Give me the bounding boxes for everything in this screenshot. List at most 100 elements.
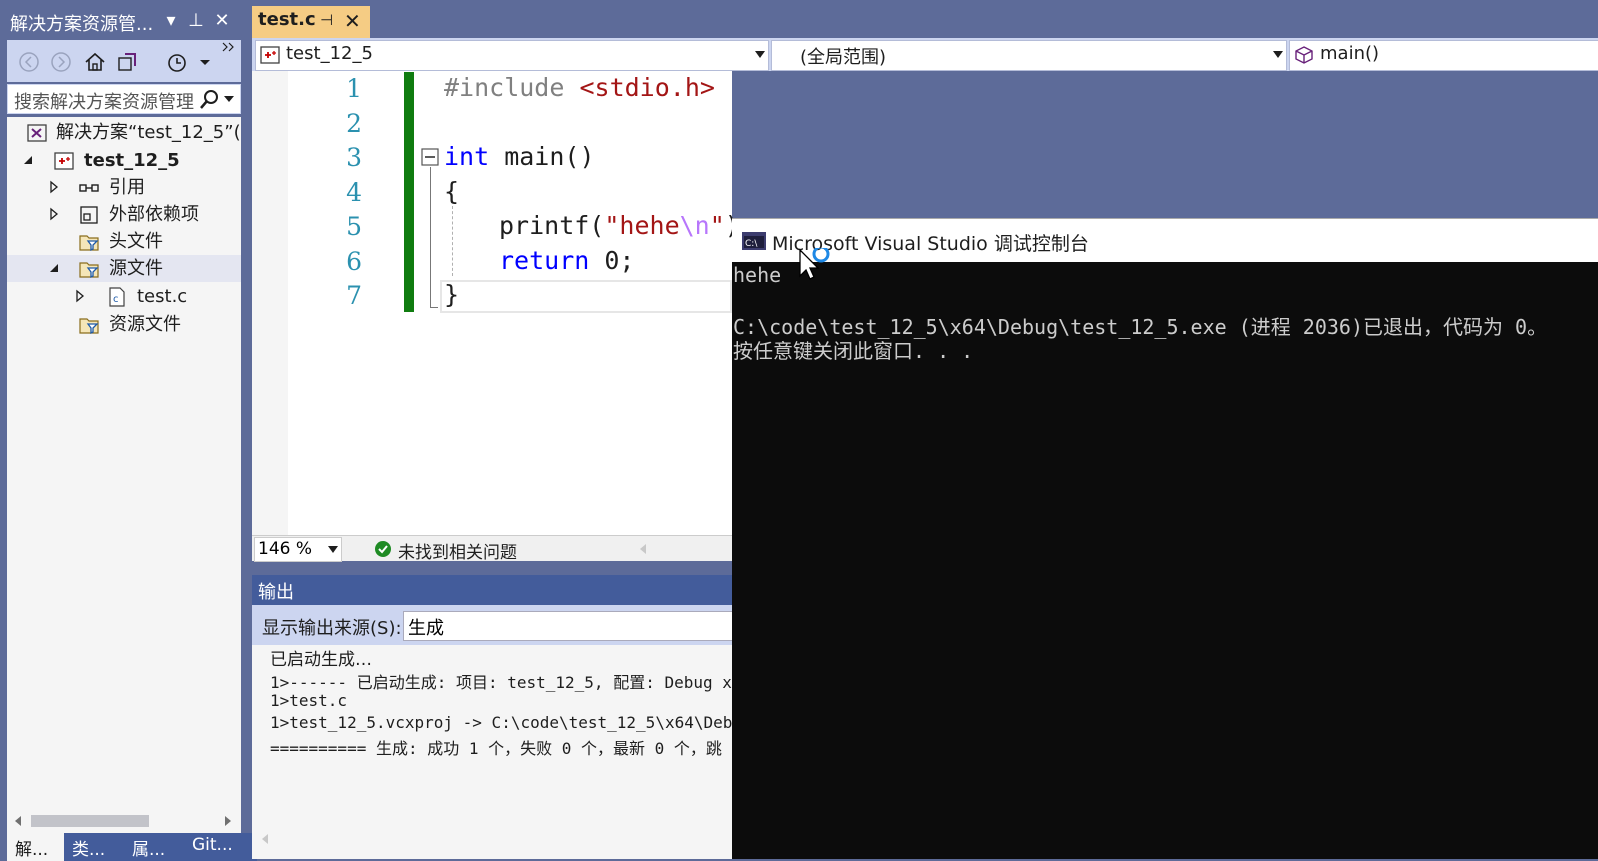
- member-dropdown[interactable]: main(): [1289, 40, 1598, 71]
- output-line: 1>test.c: [270, 691, 348, 710]
- editor-tab-strip: [245, 0, 1598, 38]
- pending-changes-icon[interactable]: [165, 50, 189, 74]
- code-line-6: return 0;: [499, 246, 635, 275]
- tree-item-references[interactable]: 引用: [7, 174, 241, 201]
- output-source-label: 显示输出来源(S):: [262, 618, 402, 639]
- collapse-outline-icon[interactable]: [421, 148, 439, 166]
- output-title: 输出: [258, 582, 294, 603]
- current-line-highlight: [440, 280, 732, 313]
- pin-icon[interactable]: ⊥: [185, 10, 207, 32]
- chevron-down-icon[interactable]: [755, 51, 765, 59]
- output-line: 1>test_12_5.vcxproj -> C:\code\test_12_5…: [270, 713, 732, 732]
- tree-item-project[interactable]: test_12_5: [7, 147, 241, 174]
- scope-dropdown[interactable]: (全局范围): [771, 40, 1287, 71]
- explorer-bottom-tabs: 解... 类... 属... Git...: [7, 833, 257, 861]
- output-source-dropdown[interactable]: 生成: [403, 611, 735, 641]
- expanded-arrow-icon[interactable]: [21, 153, 35, 167]
- output-text-area[interactable]: 已启动生成… 1>------ 已启动生成: 项目: test_12_5, 配置…: [252, 645, 732, 859]
- filter-folder-open-icon: [79, 259, 99, 279]
- debug-console-titlebar[interactable]: C:\ Microsoft Visual Studio 调试控制台: [732, 218, 1598, 262]
- solution-explorer-titlebar: 解决方案资源管... ▾ ⊥ ✕: [0, 6, 245, 38]
- output-line: 1>------ 已启动生成: 项目: test_12_5, 配置: Debug…: [270, 673, 732, 692]
- line-number: 5: [346, 212, 362, 241]
- outline-end: [430, 307, 438, 308]
- horizontal-scrollbar[interactable]: [7, 809, 241, 833]
- solution-tree: 解决方案“test_12_5”(1 test_12_5 引用 外部依赖项 头文件: [7, 117, 241, 809]
- scroll-left-icon[interactable]: [13, 815, 23, 827]
- tree-item-source-files[interactable]: 源文件: [7, 255, 241, 282]
- search-options-icon[interactable]: [222, 92, 236, 106]
- scroll-right-icon[interactable]: [223, 815, 233, 827]
- line-number: 7: [346, 281, 362, 310]
- tree-item-test-c[interactable]: c test.c: [7, 283, 241, 310]
- console-line: hehe: [733, 263, 782, 287]
- change-tracking-bar: [404, 72, 414, 312]
- console-app-icon: C:\: [742, 232, 766, 250]
- code-line-1: #include <stdio.h>: [444, 73, 715, 102]
- scroll-left-icon[interactable]: [638, 543, 648, 555]
- code-line-7: }: [444, 280, 460, 309]
- forward-icon[interactable]: [49, 50, 73, 74]
- outline-line: [430, 167, 431, 307]
- external-dependencies-icon: [79, 205, 99, 225]
- solution-explorer-title: 解决方案资源管...: [10, 14, 154, 35]
- console-line: 按任意键关闭此窗口. . .: [733, 339, 974, 363]
- svg-text:c: c: [113, 294, 119, 305]
- collapsed-arrow-icon[interactable]: [47, 180, 61, 194]
- close-icon[interactable]: ✕: [211, 10, 233, 32]
- c-file-icon: c: [107, 287, 127, 307]
- tab-label: test.c: [258, 9, 316, 30]
- cpp-project-icon: [260, 45, 280, 65]
- code-line-3: int main(): [444, 142, 595, 171]
- expanded-arrow-icon[interactable]: [47, 261, 61, 275]
- pin-tab-icon[interactable]: ⊣: [320, 11, 333, 29]
- tab-git[interactable]: Git...: [184, 833, 257, 861]
- editor-status-bar: 146 % 未找到相关问题: [252, 535, 732, 563]
- output-line: 已启动生成…: [270, 650, 372, 670]
- solution-search-input[interactable]: 搜索解决方案资源管理: [7, 84, 241, 114]
- project-dropdown[interactable]: test_12_5: [255, 40, 769, 71]
- tree-item-resource-files[interactable]: 资源文件: [7, 311, 241, 338]
- output-line: ========== 生成: 成功 1 个，失败 0 个，最新 0 个，跳: [270, 739, 722, 758]
- panel-dropdown-icon[interactable]: ▾: [160, 10, 182, 32]
- references-icon: [79, 178, 99, 198]
- filter-folder-icon: [79, 315, 99, 335]
- collapsed-arrow-icon[interactable]: [47, 207, 61, 221]
- line-number: 2: [346, 109, 362, 138]
- line-number: 1: [346, 74, 362, 103]
- solution-icon: [27, 123, 47, 143]
- switch-views-icon[interactable]: [115, 50, 139, 74]
- tab-test-c[interactable]: test.c ⊣ ✕: [252, 6, 370, 38]
- overflow-icon[interactable]: [221, 40, 235, 64]
- cpp-project-icon: [54, 151, 74, 171]
- filter-folder-icon: [79, 232, 99, 252]
- issues-status[interactable]: 未找到相关问题: [398, 538, 517, 563]
- scrollbar-thumb[interactable]: [31, 815, 149, 827]
- chevron-down-icon[interactable]: [193, 50, 217, 74]
- navigation-bar: test_12_5 (全局范围) main(): [252, 38, 1598, 71]
- output-titlebar: 输出: [252, 575, 732, 605]
- busy-cursor-icon: [798, 248, 838, 284]
- line-number: 6: [346, 247, 362, 276]
- svg-text:C:\: C:\: [745, 239, 758, 249]
- check-circle-icon: [374, 540, 392, 558]
- chevron-down-icon[interactable]: [1273, 51, 1283, 59]
- close-tab-icon[interactable]: ✕: [344, 9, 361, 33]
- code-line-5: printf("hehe\n");: [499, 211, 755, 240]
- back-icon[interactable]: [17, 50, 41, 74]
- tree-item-header-files[interactable]: 头文件: [7, 228, 241, 255]
- chevron-down-icon[interactable]: [328, 546, 338, 554]
- line-number: 3: [346, 143, 362, 172]
- search-placeholder: 搜索解决方案资源管理: [14, 92, 194, 113]
- tree-item-solution[interactable]: 解决方案“test_12_5”(1: [7, 119, 241, 146]
- indent-guide: [452, 206, 453, 276]
- output-toolbar: 显示输出来源(S): 生成: [252, 605, 735, 645]
- code-line-4: {: [444, 177, 460, 206]
- home-icon[interactable]: [83, 50, 107, 74]
- zoom-dropdown[interactable]: 146 %: [254, 537, 342, 562]
- tree-item-external-dependencies[interactable]: 外部依赖项: [7, 201, 241, 228]
- scroll-left-icon[interactable]: [260, 833, 270, 845]
- search-icon[interactable]: [198, 88, 220, 110]
- solution-explorer-toolbar: [7, 40, 241, 82]
- collapsed-arrow-icon[interactable]: [73, 289, 87, 303]
